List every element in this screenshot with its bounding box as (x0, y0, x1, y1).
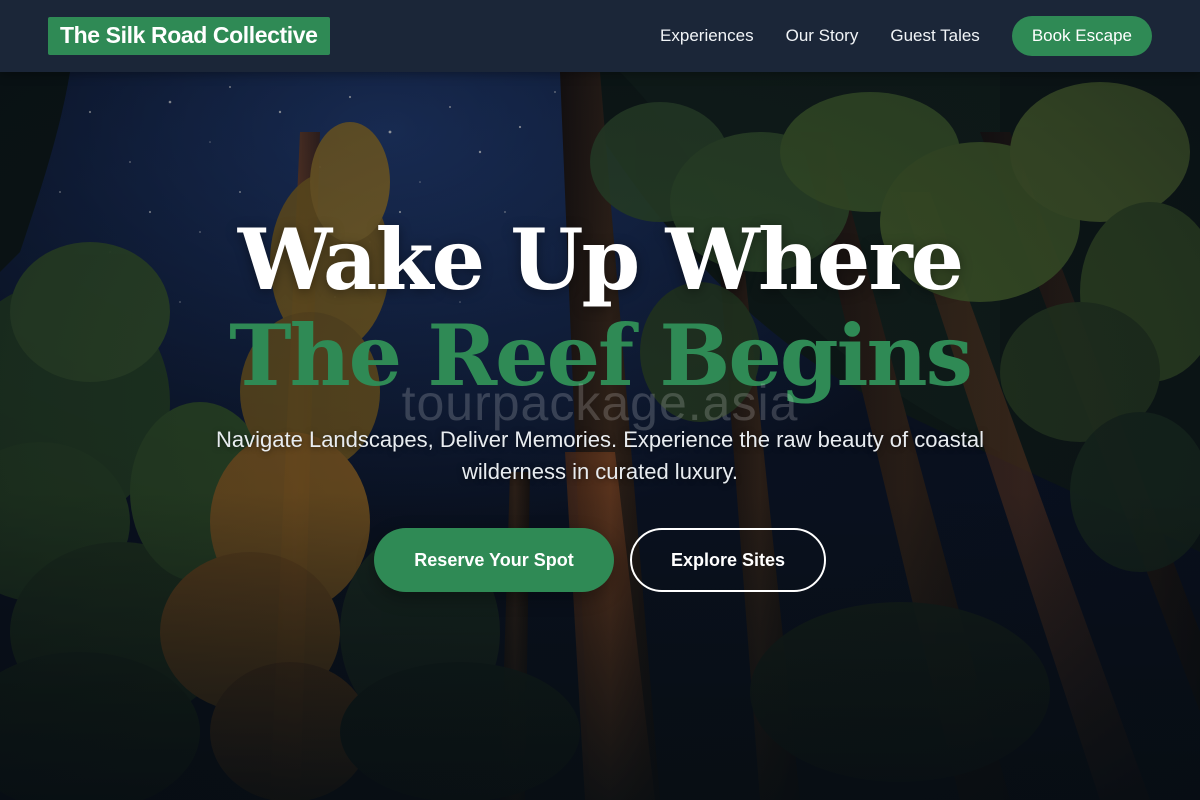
nav-link-our-story[interactable]: Our Story (786, 26, 859, 46)
reserve-spot-button[interactable]: Reserve Your Spot (374, 528, 614, 592)
site-logo[interactable]: The Silk Road Collective (48, 17, 330, 55)
hero-headline-line1: Wake Up Where (237, 210, 964, 309)
main-nav: Experiences Our Story Guest Tales Book E… (660, 16, 1152, 56)
hero-subtitle: Navigate Landscapes, Deliver Memories. E… (216, 427, 984, 484)
book-escape-button[interactable]: Book Escape (1011, 16, 1152, 56)
explore-sites-button[interactable]: Explore Sites (630, 528, 826, 592)
nav-link-guest-tales[interactable]: Guest Tales (890, 26, 979, 46)
hero-cta-row: Reserve Your Spot Explore Sites (0, 528, 1200, 592)
nav-link-experiences[interactable]: Experiences (660, 26, 754, 46)
site-header: The Silk Road Collective Experiences Our… (0, 0, 1200, 72)
